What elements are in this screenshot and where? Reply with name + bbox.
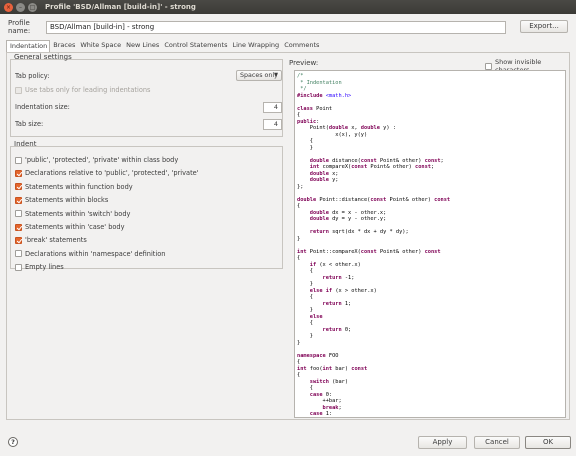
maximize-window-button[interactable]: □: [28, 2, 37, 12]
window-title: Profile 'BSD/Allman [build-in]' - strong: [45, 3, 196, 11]
indent-option-label: 'break' statements: [25, 236, 87, 245]
export-button[interactable]: Export...: [520, 20, 568, 33]
indent-option-row: Statements within 'case' body: [15, 222, 125, 232]
tab-white-space[interactable]: White Space: [77, 40, 123, 52]
indent-option-label: Statements within 'switch' body: [25, 209, 131, 218]
indent-option-label: Statements within 'case' body: [25, 223, 125, 231]
apply-button[interactable]: Apply: [418, 436, 467, 449]
profile-name-label: Profile name:: [8, 19, 31, 35]
profile-name-input[interactable]: [46, 20, 506, 34]
tab-size-label: Tab size:: [15, 120, 44, 128]
tab-policy-value: Spaces only: [240, 72, 278, 79]
indent-option-checkbox[interactable]: [15, 196, 22, 204]
use-tabs-checkbox[interactable]: [15, 86, 22, 94]
title-bar: × – □ Profile 'BSD/Allman [build-in]' - …: [0, 0, 576, 14]
tab-policy-label: Tab policy:: [15, 72, 50, 80]
indentation-size-input[interactable]: 4: [263, 102, 282, 113]
indent-option-checkbox[interactable]: [15, 250, 22, 258]
general-settings-group: General settings Tab policy: Spaces only…: [10, 53, 283, 137]
ok-button[interactable]: OK: [525, 436, 571, 449]
window-controls: × – □: [4, 2, 37, 12]
indent-option-checkbox[interactable]: [15, 169, 22, 177]
show-invisible-checkbox[interactable]: [485, 62, 492, 70]
tab-braces[interactable]: Braces: [50, 40, 77, 52]
indent-option-checkbox[interactable]: [15, 156, 22, 164]
indent-option-label: Statements within blocks: [25, 196, 109, 205]
code-preview-text: /* * Indentation */#include <math.h> cla…: [297, 73, 565, 419]
indent-option-checkbox[interactable]: [15, 183, 22, 191]
indent-option-label: Empty lines: [25, 263, 64, 272]
general-settings-title: General settings: [14, 53, 72, 61]
profile-row: Profile name: Export...: [8, 19, 568, 35]
tab-policy-row: Tab policy:: [15, 71, 49, 81]
tab-policy-select[interactable]: Spaces only ▼: [236, 70, 282, 81]
close-window-button[interactable]: ×: [4, 2, 13, 12]
indentation-size-row: Indentation size:: [15, 102, 70, 112]
tab-new-lines[interactable]: New Lines: [123, 40, 161, 52]
indent-group: Indent 'public', 'protected', 'private' …: [10, 140, 283, 272]
indent-group-title: Indent: [14, 140, 37, 148]
tab-line-wrapping[interactable]: Line Wrapping: [229, 40, 281, 52]
indent-option-row: Statements within function body: [15, 182, 133, 192]
code-preview[interactable]: /* * Indentation */#include <math.h> cla…: [294, 70, 566, 418]
indent-option-row: Empty lines: [15, 262, 64, 272]
tab-size-row: Tab size:: [15, 119, 43, 129]
indent-option-checkbox[interactable]: [15, 263, 22, 271]
indent-option-row: 'public', 'protected', 'private' within …: [15, 155, 178, 165]
indent-option-row: Statements within 'switch' body: [15, 209, 130, 219]
minimize-window-button[interactable]: –: [16, 2, 25, 12]
indent-option-row: 'break' statements: [15, 235, 87, 245]
code-line: --bar;: [297, 418, 565, 419]
tab-size-input[interactable]: 4: [263, 119, 282, 130]
indent-option-label: Declarations relative to 'public', 'prot…: [25, 169, 199, 178]
help-icon[interactable]: ?: [8, 437, 18, 447]
preview-label: Preview:: [289, 59, 319, 67]
use-tabs-label: Use tabs only for leading indentations: [25, 86, 151, 94]
tab-indentation[interactable]: Indentation: [6, 40, 51, 52]
indentation-panel: General settings Tab policy: Spaces only…: [6, 52, 570, 420]
indent-option-checkbox[interactable]: [15, 223, 22, 231]
tab-control-statements[interactable]: Control Statements: [161, 40, 229, 52]
indent-option-label: Statements within function body: [25, 182, 133, 191]
tab-comments[interactable]: Comments: [281, 40, 321, 52]
indent-option-checkbox[interactable]: [15, 210, 22, 218]
chevron-down-icon: ▼: [274, 72, 278, 78]
indent-option-row: Statements within blocks: [15, 195, 108, 205]
indent-option-label: Declarations within 'namespace' definiti…: [25, 249, 166, 258]
indentation-size-label: Indentation size:: [15, 103, 70, 111]
use-tabs-row: Use tabs only for leading indentations: [15, 85, 151, 95]
indent-option-label: 'public', 'protected', 'private' within …: [25, 156, 179, 164]
indent-option-row: Declarations relative to 'public', 'prot…: [15, 168, 199, 178]
indent-option-row: Declarations within 'namespace' definiti…: [15, 249, 165, 259]
dialog-button-bar: ? Apply Cancel OK: [0, 432, 576, 456]
indent-option-checkbox[interactable]: [15, 236, 22, 244]
cancel-button[interactable]: Cancel: [474, 436, 520, 449]
tab-bar: Indentation Braces White Space New Lines…: [6, 40, 321, 52]
